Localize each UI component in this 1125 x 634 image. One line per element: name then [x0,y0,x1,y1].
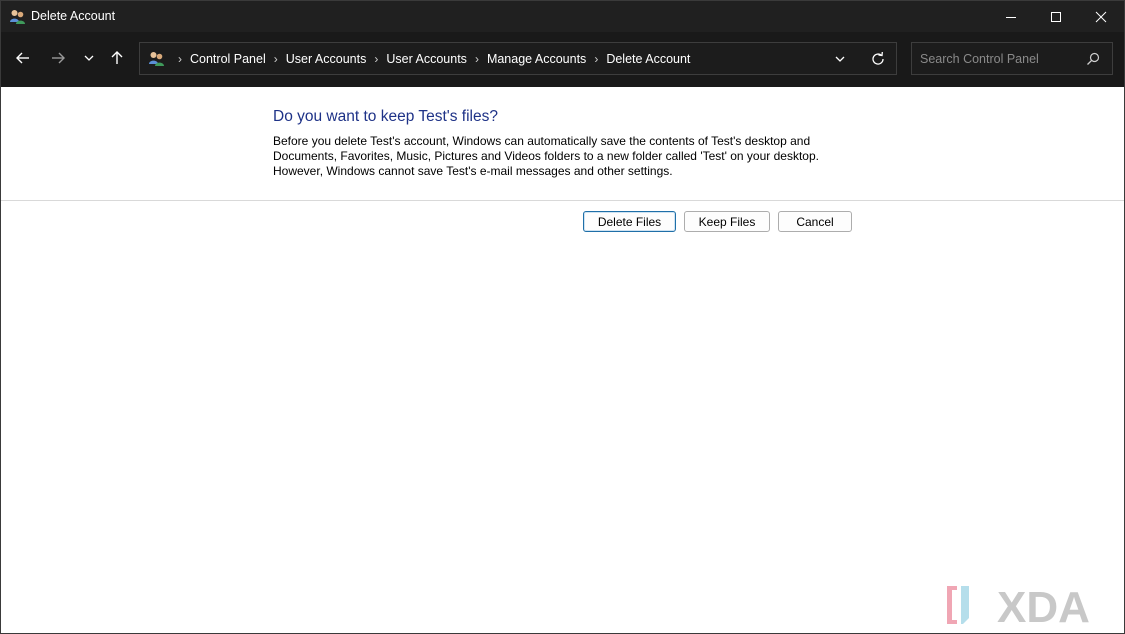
window-title: Delete Account [31,9,116,23]
description-line: However, Windows cannot save Test's e-ma… [273,164,673,178]
description-line: Documents, Favorites, Music, Pictures an… [273,149,819,163]
minimize-icon [1006,16,1016,18]
divider [1,200,1124,201]
breadcrumb: › Control Panel › User Accounts › User A… [170,43,690,74]
breadcrumb-control-panel[interactable]: Control Panel [190,52,266,66]
user-accounts-icon [10,10,25,24]
maximize-button[interactable] [1033,1,1079,32]
close-icon [1095,11,1107,22]
breadcrumb-separator[interactable]: › [178,52,182,66]
cancel-button[interactable]: Cancel [778,211,852,232]
user-accounts-icon [149,52,164,66]
refresh-icon[interactable] [869,50,887,68]
breadcrumb-separator[interactable]: › [374,52,378,66]
delete-account-window: Delete Account › Control Panel › User Ac… [0,0,1125,634]
page-heading: Do you want to keep Test's files? [273,108,498,125]
chevron-down-icon [84,55,94,61]
breadcrumb-user-accounts[interactable]: User Accounts [286,52,367,66]
delete-files-button[interactable]: Delete Files [583,211,676,232]
minimize-button[interactable] [988,1,1034,32]
description: Before you delete Test's account, Window… [273,134,833,179]
breadcrumb-user-accounts-sub[interactable]: User Accounts [386,52,467,66]
breadcrumb-separator[interactable]: › [594,52,598,66]
arrow-left-icon [16,52,29,64]
xda-watermark-text: XDA [997,584,1090,628]
breadcrumb-separator[interactable]: › [475,52,479,66]
xda-watermark-logo: XDA [947,584,1090,628]
navigation-bar: › Control Panel › User Accounts › User A… [1,32,1124,87]
address-bar[interactable]: › Control Panel › User Accounts › User A… [139,42,897,75]
keep-files-button[interactable]: Keep Files [684,211,770,232]
description-line: Before you delete Test's account, Window… [273,134,811,148]
close-button[interactable] [1078,1,1124,32]
back-button[interactable] [10,45,36,71]
arrow-up-icon [111,51,123,64]
forward-button[interactable] [45,45,71,71]
arrow-right-icon [52,52,65,64]
main-content: Do you want to keep Test's files? Before… [1,87,1124,633]
breadcrumb-separator[interactable]: › [274,52,278,66]
maximize-icon [1051,11,1061,22]
search-icon[interactable] [1086,52,1100,66]
up-button[interactable] [104,45,130,71]
recent-locations-button[interactable] [76,45,102,71]
search-input[interactable] [911,42,1113,75]
breadcrumb-manage-accounts[interactable]: Manage Accounts [487,52,586,66]
title-bar[interactable]: Delete Account [1,1,1124,32]
chevron-down-icon[interactable] [832,51,848,67]
breadcrumb-delete-account[interactable]: Delete Account [606,52,690,66]
